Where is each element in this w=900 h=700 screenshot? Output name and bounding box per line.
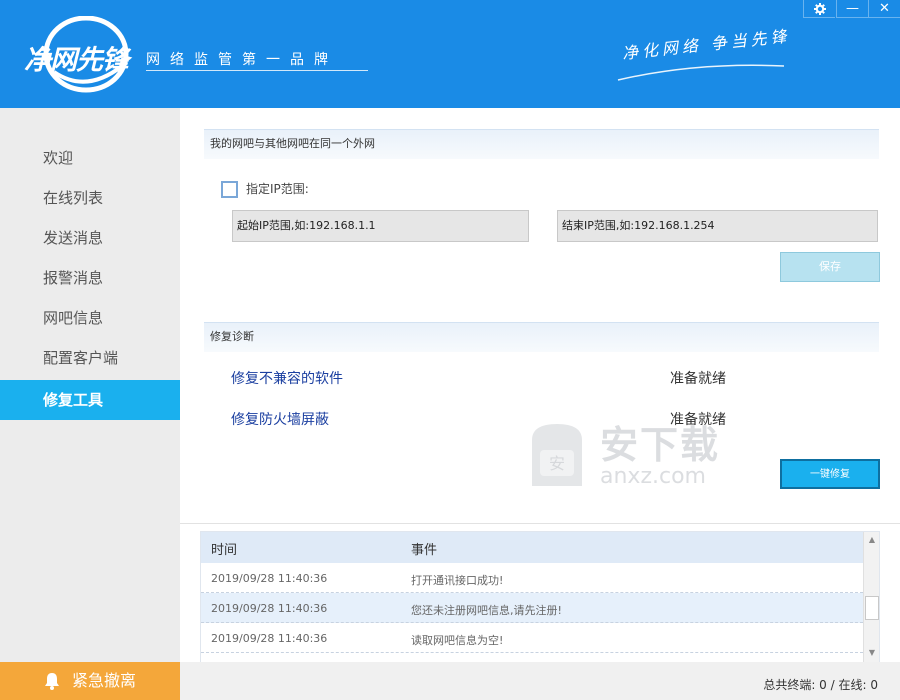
row-time: 2019/09/28 11:40:36 xyxy=(211,602,328,615)
brand-slogan: 网络监管第一品牌 xyxy=(146,52,338,68)
sidebar-item-online-list[interactable]: 在线列表 xyxy=(0,178,180,218)
table-header: 时间 事件 xyxy=(201,532,863,563)
repair-incompatible-software-link[interactable]: 修复不兼容的软件 xyxy=(231,368,343,388)
tagline: 净化网络 争当先锋 xyxy=(621,26,792,63)
sidebar-item-netcafe-info[interactable]: 网吧信息 xyxy=(0,298,180,338)
watermark: 安 安下载 anxz.com xyxy=(520,414,740,498)
one-click-repair-button[interactable]: 一键修复 xyxy=(780,459,880,489)
watermark-subtitle: anxz.com xyxy=(600,464,706,489)
network-section-header: 我的网吧与其他网吧在同一个外网 xyxy=(204,129,879,159)
gear-icon xyxy=(813,3,826,15)
emergency-evacuate-button[interactable]: 紧急撤离 xyxy=(0,662,180,700)
sidebar-item-repair-tools[interactable]: 修复工具 xyxy=(0,380,180,420)
status-bar: 总共终端: 0 / 在线: 0 xyxy=(180,662,900,700)
scroll-up-arrow-icon[interactable]: ▲ xyxy=(864,532,879,548)
scroll-thumb[interactable] xyxy=(865,596,879,620)
column-header-time: 时间 xyxy=(211,543,238,558)
row-event: 打开通讯接口成功! xyxy=(411,574,504,587)
column-header-event: 事件 xyxy=(411,543,438,558)
table-row[interactable]: 2019/09/28 11:40:36 您还未注册网吧信息,请先注册! xyxy=(201,593,863,623)
repair-status: 准备就绪 xyxy=(670,371,726,387)
sidebar-item-configure-client[interactable]: 配置客户端 xyxy=(0,338,180,378)
row-time: 2019/09/28 11:40:36 xyxy=(211,572,328,585)
bell-icon xyxy=(45,673,59,690)
ip-range-checkbox[interactable] xyxy=(221,181,238,198)
ip-end-input[interactable]: 结束IP范围,如:192.168.1.254 xyxy=(557,210,878,242)
save-button[interactable]: 保存 xyxy=(780,252,880,282)
log-scrollbar[interactable]: ▲ ▼ xyxy=(863,532,879,662)
svg-text:安: 安 xyxy=(549,454,565,473)
ip-start-input[interactable]: 起始IP范围,如:192.168.1.1 xyxy=(232,210,529,242)
main-panel: 我的网吧与其他网吧在同一个外网 指定IP范围: 起始IP范围,如:192.168… xyxy=(180,108,900,700)
minimize-button[interactable]: — xyxy=(836,0,868,18)
table-row[interactable]: 2019/09/28 11:40:36 打开通讯接口成功! xyxy=(201,563,863,593)
swoosh-decoration-icon xyxy=(617,64,785,81)
logo-text: 净网先锋 xyxy=(24,45,129,76)
app-header: 净网先锋 网络监管第一品牌 净化网络 争当先锋 — ✕ xyxy=(0,0,900,108)
shield-icon: 安 xyxy=(532,424,582,486)
row-event: 您还未注册网吧信息,请先注册! xyxy=(411,604,562,617)
brand-underline xyxy=(146,70,368,71)
settings-button[interactable] xyxy=(803,0,835,18)
emergency-label: 紧急撤离 xyxy=(72,671,137,690)
watermark-title: 安下载 xyxy=(600,423,721,467)
ip-range-checkbox-label: 指定IP范围: xyxy=(246,182,309,196)
scroll-down-arrow-icon[interactable]: ▼ xyxy=(864,645,879,661)
repair-firewall-block-link[interactable]: 修复防火墙屏蔽 xyxy=(231,409,329,429)
sidebar-item-send-message[interactable]: 发送消息 xyxy=(0,218,180,258)
repair-section-header: 修复诊断 xyxy=(204,322,879,352)
row-time: 2019/09/28 11:40:36 xyxy=(211,632,328,645)
table-row[interactable]: 2019/09/28 11:40:36 读取网吧信息为空! xyxy=(201,623,863,653)
divider xyxy=(180,523,900,524)
sidebar: 欢迎 在线列表 发送消息 报警消息 网吧信息 配置客户端 修复工具 xyxy=(0,108,180,700)
row-event: 读取网吧信息为空! xyxy=(411,634,504,647)
sidebar-item-alarm-messages[interactable]: 报警消息 xyxy=(0,258,180,298)
close-button[interactable]: ✕ xyxy=(868,0,900,18)
terminal-count-status: 总共终端: 0 / 在线: 0 xyxy=(763,678,878,692)
sidebar-item-welcome[interactable]: 欢迎 xyxy=(0,138,180,178)
event-log-table: 时间 事件 2019/09/28 11:40:36 打开通讯接口成功! 2019… xyxy=(200,531,880,663)
